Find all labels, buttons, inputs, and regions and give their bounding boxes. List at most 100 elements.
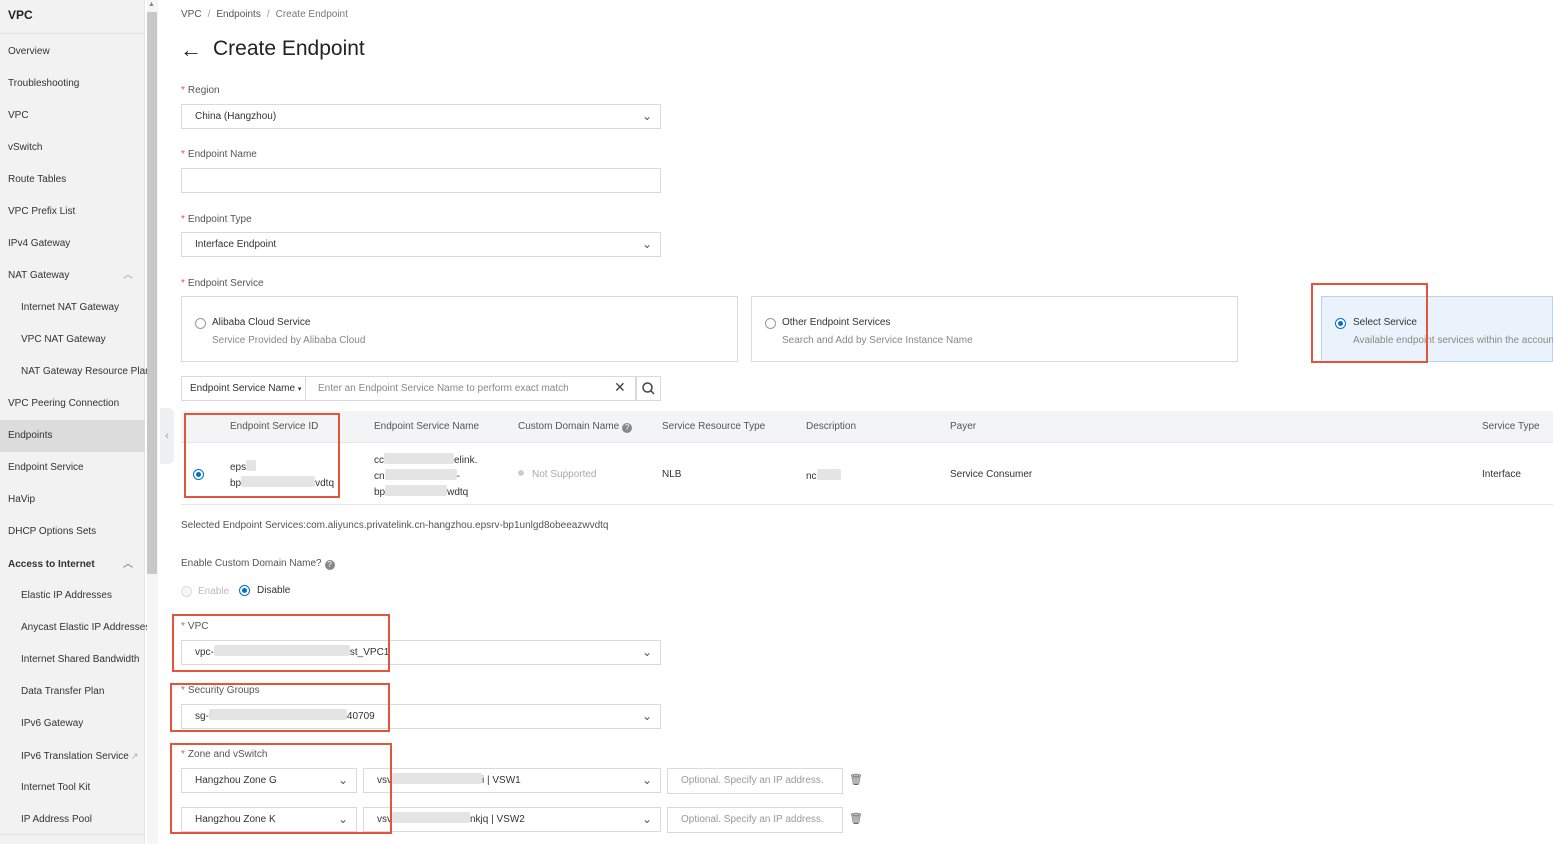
sidebar-item-data-transfer-plan[interactable]: Data Transfer Plan [0, 676, 145, 708]
cell-description: nc [806, 469, 841, 482]
breadcrumb-vpc[interactable]: VPC [181, 9, 202, 20]
sidebar-item-overview[interactable]: Overview [0, 36, 145, 68]
required-marker: * [181, 749, 185, 760]
sidebar-item-internet-nat-gateway[interactable]: Internet NAT Gateway [0, 292, 145, 324]
vswitch-value-suffix: i | VSW1 [482, 775, 521, 786]
vswitch-select-2[interactable]: vsv nkjq | VSW2 ⌄ [363, 807, 661, 832]
sidebar-item-ipv6-translation-service[interactable]: IPv6 Translation Service ↗ [0, 740, 145, 772]
help-icon[interactable]: ? [324, 560, 335, 570]
breadcrumb-current: Create Endpoint [275, 9, 348, 20]
sidebar-item-label: IPv6 Translation Service [21, 751, 129, 762]
service-option-alibaba-cloud[interactable]: Alibaba Cloud Service Service Provided b… [181, 296, 738, 362]
security-groups-label: * Security Groups [181, 685, 260, 696]
sidebar-group-label: NAT Gateway [8, 270, 70, 281]
sidebar-item-internet-tool-kit[interactable]: Internet Tool Kit [0, 772, 145, 804]
redacted-text [213, 645, 350, 656]
endpoint-name-input[interactable] [181, 168, 661, 193]
radio-button[interactable] [765, 318, 776, 329]
zone-select-1[interactable]: Hangzhou Zone G ⌄ [181, 768, 357, 793]
cell-text: eps [230, 462, 247, 473]
option-description: Available endpoint services within the a… [1353, 335, 1553, 346]
cell-text: - [456, 471, 460, 482]
trash-icon[interactable]: 🗑 [849, 773, 863, 786]
chevron-down-icon: ⌄ [641, 773, 652, 787]
region-select[interactable]: China (Hangzhou) ⌄ [181, 104, 661, 129]
scroll-up-arrow-icon[interactable]: ▲ [148, 1, 155, 8]
zone-select-2[interactable]: Hangzhou Zone K ⌄ [181, 807, 357, 832]
option-title: Other Endpoint Services [782, 317, 891, 328]
sidebar-item-vpc-peering-connection[interactable]: VPC Peering Connection [0, 388, 145, 420]
redacted-text [384, 453, 454, 464]
cell-text: elink. [454, 455, 478, 466]
sidebar-item-vswitch[interactable]: vSwitch [0, 132, 145, 164]
chevron-down-icon: ⌄ [641, 109, 652, 123]
radio-button[interactable] [195, 318, 206, 329]
trash-icon[interactable]: 🗑 [849, 812, 863, 825]
required-marker: * [181, 85, 185, 96]
help-icon[interactable]: ? [622, 423, 633, 433]
endpoint-name-label: * Endpoint Name [181, 149, 257, 160]
sidebar-collapse-button[interactable]: ‹ [160, 408, 174, 464]
zone-value: Hangzhou Zone K [195, 814, 276, 825]
vswitch-select-1[interactable]: vsv i | VSW1 ⌄ [363, 768, 661, 793]
column-description: Description [806, 421, 857, 432]
breadcrumb-endpoints[interactable]: Endpoints [216, 9, 260, 20]
custom-domain-label-text: Enable Custom Domain Name? [181, 558, 322, 569]
ip-address-input-1[interactable]: Optional. Specify an IP address. [667, 768, 843, 794]
security-groups-select[interactable]: sg- 40709 ⌄ [181, 704, 661, 729]
caret-down-icon: ▾ [297, 386, 302, 393]
service-option-other[interactable]: Other Endpoint Services Search and Add b… [751, 296, 1238, 362]
endpoint-service-label-text: Endpoint Service [187, 278, 264, 289]
vpc-label: * VPC [181, 621, 208, 632]
zone-vswitch-label: * Zone and vSwitch [181, 749, 267, 760]
disable-radio-selected[interactable] [239, 585, 250, 596]
sidebar-title: VPC [8, 8, 33, 22]
enable-radio[interactable] [181, 586, 192, 597]
clear-icon[interactable]: ✕ [614, 379, 626, 396]
sidebar-item-troubleshooting[interactable]: Troubleshooting [0, 68, 145, 100]
back-arrow-icon[interactable]: ← [180, 36, 202, 64]
sidebar-item-endpoint-service[interactable]: Endpoint Service [0, 452, 145, 484]
search-input[interactable]: Enter an Endpoint Service Name to perfor… [306, 376, 636, 401]
redacted-text [241, 476, 316, 487]
column-endpoint-service-id: Endpoint Service ID [230, 421, 319, 432]
sidebar-scrollbar-thumb[interactable] [147, 12, 157, 574]
sidebar-item-vpc-prefix-list[interactable]: VPC Prefix List [0, 196, 145, 228]
cell-service-name-line2: cn - [374, 469, 460, 482]
search-button[interactable] [636, 376, 661, 401]
external-link-icon: ↗ [130, 751, 139, 761]
sidebar-item-route-tables[interactable]: Route Tables [0, 164, 145, 196]
vpc-select[interactable]: vpc-st_VPC1 ⌄ [181, 640, 661, 665]
search-filter-select[interactable]: Endpoint Service Name ▾ [181, 376, 306, 401]
vpc-label-text: VPC [187, 621, 209, 632]
sidebar-item-internet-shared-bandwidth[interactable]: Internet Shared Bandwidth [0, 644, 145, 676]
endpoint-type-select[interactable]: Interface Endpoint ⌄ [181, 232, 661, 257]
endpoint-type-value: Interface Endpoint [195, 239, 277, 250]
redacted-text [392, 812, 470, 823]
sidebar-item-vpc-nat-gateway[interactable]: VPC NAT Gateway [0, 324, 145, 356]
option-title: Alibaba Cloud Service [212, 317, 311, 328]
column-payer: Payer [950, 421, 977, 432]
table-row[interactable]: eps bp vdtq cc elink. cn - bp wdtq Not Suppo… [181, 444, 1553, 505]
sidebar-item-nat-gateway-resource-plan[interactable]: NAT Gateway Resource Plan [0, 356, 151, 388]
sidebar-item-vpc[interactable]: VPC [0, 100, 145, 132]
option-description: Service Provided by Alibaba Cloud [212, 335, 366, 346]
sidebar-item-endpoints[interactable]: Endpoints [0, 420, 145, 452]
sidebar-group-access-to-internet[interactable]: Access to Internet ︿ [0, 549, 145, 581]
radio-button-selected[interactable] [1335, 318, 1346, 329]
sidebar-item-ipv4-gateway[interactable]: IPv4 Gateway [0, 228, 145, 260]
sidebar-item-ipv6-gateway[interactable]: IPv6 Gateway [0, 708, 145, 740]
sidebar-item-elastic-ip-addresses[interactable]: Elastic IP Addresses [0, 580, 145, 612]
vswitch-value-prefix: vsv [377, 775, 392, 786]
sg-value-prefix: sg- [195, 711, 209, 722]
sidebar-item-anycast-eip[interactable]: Anycast Elastic IP Addresses [0, 612, 150, 644]
sidebar-group-nat-gateway[interactable]: NAT Gateway ︿ [0, 260, 145, 292]
sidebar-divider [0, 33, 145, 34]
chevron-down-icon: ⌄ [337, 773, 348, 787]
sidebar-item-dhcp-options-sets[interactable]: DHCP Options Sets [0, 516, 145, 548]
sidebar-item-ip-address-pool[interactable]: IP Address Pool [0, 804, 145, 836]
ip-address-input-2[interactable]: Optional. Specify an IP address. [667, 807, 843, 833]
service-option-select-service[interactable]: Select Service Available endpoint servic… [1321, 296, 1553, 362]
sidebar-item-havip[interactable]: HaVip [0, 484, 145, 516]
row-radio-selected[interactable] [193, 469, 204, 480]
